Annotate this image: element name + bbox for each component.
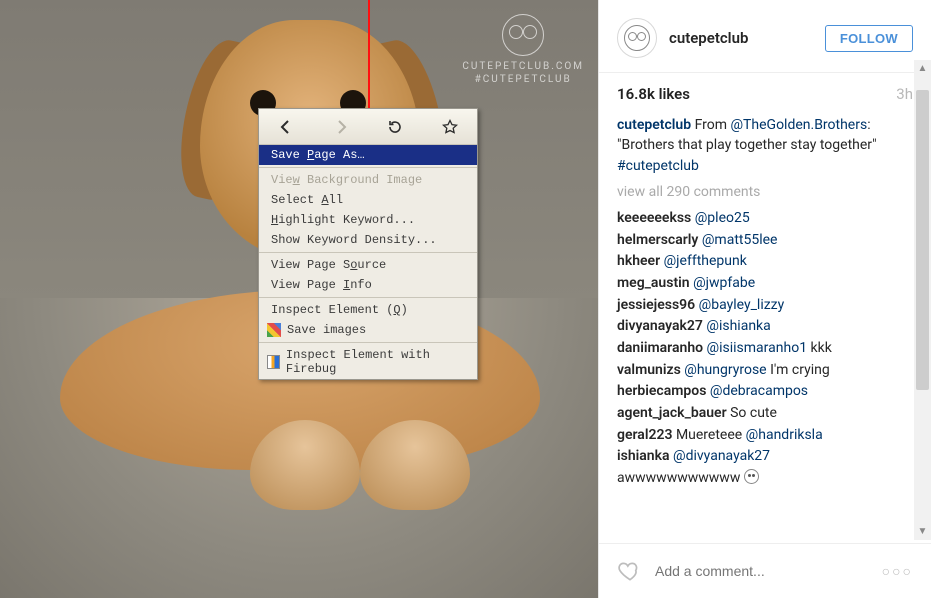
comment-mention[interactable]: @ishianka <box>706 318 770 334</box>
comment-mention[interactable]: @hungryrose <box>684 362 766 378</box>
comment-mention[interactable]: @debracampos <box>710 383 808 399</box>
comment-username[interactable]: keeeeeekss <box>617 210 691 226</box>
comment-username[interactable]: valmunizs <box>617 362 681 378</box>
scroll-thumb[interactable] <box>916 90 929 390</box>
comment: daniimaranho @isiismaranho1 kkk <box>617 338 913 360</box>
sidebar-scrollbar[interactable]: ▲ ▼ <box>914 60 931 540</box>
comment-mention[interactable]: @bayley_lizzy <box>699 297 785 313</box>
menu-item-view-page-info[interactable]: View Page Info <box>259 275 477 295</box>
comment: herbiecampos @debracampos <box>617 381 913 403</box>
reload-icon[interactable] <box>384 116 406 138</box>
context-menu-toolbar <box>259 109 477 145</box>
scroll-down-icon[interactable]: ▼ <box>914 523 931 540</box>
comment: hkheer @jeffthepunk <box>617 251 913 273</box>
follow-button[interactable]: FOLLOW <box>825 25 913 52</box>
comment-mention[interactable]: @divyanayak27 <box>673 448 770 464</box>
like-heart-icon[interactable] <box>617 558 643 584</box>
back-icon[interactable] <box>275 116 297 138</box>
comment: helmerscarly @matt55lee <box>617 230 913 252</box>
menu-item-view-background-image: View Background Image <box>259 170 477 190</box>
menu-item-save-page-as-[interactable]: Save Page As… <box>259 145 477 165</box>
caption-mention[interactable]: @TheGolden.Brothers <box>730 117 867 133</box>
comment: awwwwwwwwwww <box>617 468 913 490</box>
caption-username[interactable]: cutepetclub <box>617 117 691 133</box>
menu-item-label: Save images <box>287 323 366 337</box>
comment: agent_jack_bauer So cute <box>617 403 913 425</box>
post-photo[interactable]: CUTEPETCLUB.COM #CUTEPETCLUB Save Pa <box>0 0 598 598</box>
menu-item-label: Inspect Element with Firebug <box>286 348 469 376</box>
comment-username[interactable]: geral223 <box>617 427 672 443</box>
firebug-icon <box>267 355 280 369</box>
app-container: CUTEPETCLUB.COM #CUTEPETCLUB Save Pa <box>0 0 931 598</box>
post-age: 3h <box>896 85 913 103</box>
comment: divyanayak27 @ishianka <box>617 316 913 338</box>
more-options-icon[interactable]: ○○○ <box>882 563 913 580</box>
menu-item-inspect-element-q-[interactable]: Inspect Element (Q) <box>259 300 477 320</box>
scroll-up-icon[interactable]: ▲ <box>914 60 931 77</box>
post-meta: 16.8k likes 3h <box>599 73 931 115</box>
menu-item-show-keyword-density-[interactable]: Show Keyword Density... <box>259 230 477 250</box>
post-footer: ○○○ <box>599 543 931 598</box>
menu-item-select-all[interactable]: Select All <box>259 190 477 210</box>
comment-mention[interactable]: @isiismaranho1 <box>707 340 808 356</box>
comment-mention[interactable]: @matt55lee <box>702 232 778 248</box>
comment-username[interactable]: ishianka <box>617 448 670 464</box>
comment-username[interactable]: divyanayak27 <box>617 318 703 334</box>
comment: meg_austin @jwpfabe <box>617 273 913 295</box>
add-comment-input[interactable] <box>655 563 870 579</box>
comment-username[interactable]: daniimaranho <box>617 340 703 356</box>
post-header: cutepetclub FOLLOW <box>599 0 931 72</box>
watermark-line1: CUTEPETCLUB.COM <box>462 60 584 73</box>
view-all-comments[interactable]: view all 290 comments <box>599 182 931 208</box>
comment-mention[interactable]: @jwpfabe <box>693 275 755 291</box>
avatar[interactable] <box>617 18 657 58</box>
menu-item-save-images[interactable]: Save images <box>259 320 477 340</box>
comment-username[interactable]: agent_jack_bauer <box>617 405 727 421</box>
comment-mention[interactable]: @jeffthepunk <box>664 253 747 269</box>
menu-item-view-page-source[interactable]: View Page Source <box>259 255 477 275</box>
comment: jessiejess96 @bayley_lizzy <box>617 295 913 317</box>
likes-count[interactable]: 16.8k likes <box>617 85 690 103</box>
comment-mention[interactable]: @handriksla <box>746 427 823 443</box>
star-icon[interactable] <box>439 116 461 138</box>
post-username[interactable]: cutepetclub <box>669 29 748 47</box>
context-menu: Save Page As… View Background ImageSelect… <box>258 108 478 380</box>
post-caption: cutepetclub From @TheGolden.Brothers: "B… <box>599 115 931 182</box>
watermark-line2: #CUTEPETCLUB <box>462 73 584 86</box>
comment-username[interactable]: hkheer <box>617 253 660 269</box>
menu-item-inspect-element-with-firebug[interactable]: Inspect Element with Firebug <box>259 345 477 379</box>
menu-item-highlight-keyword-[interactable]: Highlight Keyword... <box>259 210 477 230</box>
comment-username[interactable]: meg_austin <box>617 275 690 291</box>
comment: ishianka @divyanayak27 <box>617 446 913 468</box>
emoji-flushed-icon <box>744 469 759 484</box>
comments-list: keeeeeekss @pleo25helmerscarly @matt55le… <box>599 208 931 543</box>
comment: valmunizs @hungryrose I'm crying <box>617 360 913 382</box>
comment: geral223 Muereteee @handriksla <box>617 425 913 447</box>
comment-username[interactable]: herbiecampos <box>617 383 706 399</box>
comment-username[interactable]: helmerscarly <box>617 232 698 248</box>
comment-username[interactable]: jessiejess96 <box>617 297 695 313</box>
save-images-icon <box>267 323 281 337</box>
comment-mention[interactable]: @pleo25 <box>695 210 750 226</box>
photo-watermark: CUTEPETCLUB.COM #CUTEPETCLUB <box>462 14 584 86</box>
caption-hashtag[interactable]: #cutepetclub <box>617 158 699 174</box>
comment: keeeeeekss @pleo25 <box>617 208 913 230</box>
forward-icon[interactable] <box>330 116 352 138</box>
post-sidebar: cutepetclub FOLLOW 16.8k likes 3h cutepe… <box>598 0 931 598</box>
watermark-logo-icon <box>502 14 544 56</box>
